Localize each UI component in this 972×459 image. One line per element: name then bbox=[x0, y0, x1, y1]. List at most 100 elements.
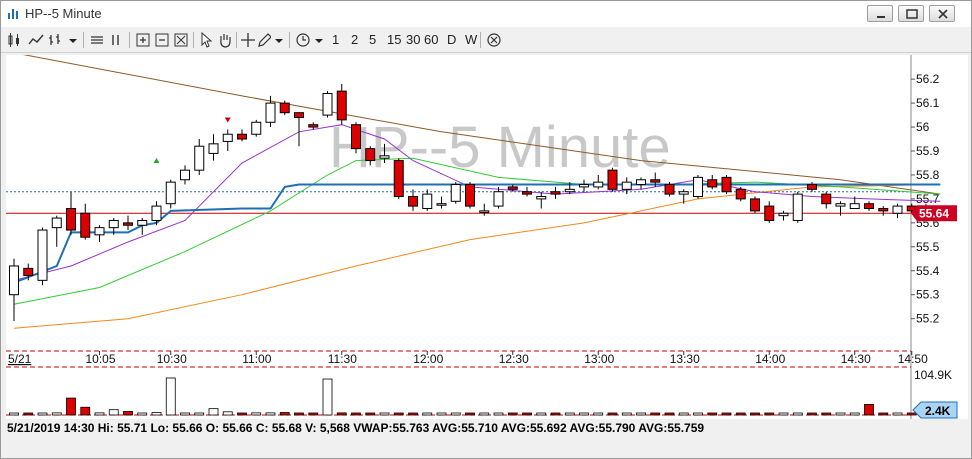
x-tick-label: 12:30 bbox=[499, 352, 529, 366]
volume-bar bbox=[108, 409, 119, 416]
volume-bar bbox=[23, 412, 34, 416]
candlestick-style-icon[interactable] bbox=[7, 31, 23, 49]
candle-body bbox=[536, 196, 547, 200]
list-icon[interactable] bbox=[89, 31, 105, 49]
candle-body bbox=[522, 191, 532, 195]
candle-body bbox=[436, 203, 447, 206]
candle-body bbox=[507, 186, 518, 190]
draw-dropdown-icon[interactable] bbox=[273, 31, 285, 49]
volume-bar bbox=[393, 412, 404, 416]
volume-bar bbox=[636, 412, 646, 416]
interval-60-button[interactable]: 60 bbox=[424, 31, 438, 49]
volume-bar bbox=[536, 412, 547, 416]
volume-bar bbox=[507, 412, 518, 416]
volume-bar bbox=[450, 412, 461, 416]
volume-bar bbox=[180, 412, 190, 416]
date-label: 5/21 bbox=[8, 352, 32, 366]
volume-bar bbox=[265, 412, 276, 416]
candle-body bbox=[678, 191, 689, 195]
status-line: 5/21/2019 14:30 Hi: 55.71 Lo: 55.66 O: 5… bbox=[7, 421, 705, 435]
candle-body bbox=[636, 179, 646, 186]
candle-body bbox=[764, 205, 775, 221]
maximize-button[interactable] bbox=[898, 5, 924, 22]
y-tick-label: 56 bbox=[916, 120, 930, 134]
interval-dropdown-icon[interactable] bbox=[313, 31, 325, 49]
price-chart[interactable]: HP--5 Minute56.256.15655.955.855.755.655… bbox=[6, 55, 968, 419]
style-dropdown-icon[interactable] bbox=[67, 31, 79, 49]
bar-style-icon[interactable] bbox=[48, 31, 64, 49]
cancel-icon[interactable] bbox=[486, 31, 502, 49]
volume-bar bbox=[650, 412, 661, 416]
clock-icon[interactable] bbox=[295, 31, 311, 49]
pointer-icon[interactable] bbox=[199, 31, 213, 49]
volume-bar bbox=[37, 412, 48, 416]
volume-bar bbox=[137, 412, 148, 416]
zoom-in-icon[interactable] bbox=[135, 31, 151, 49]
volume-axis-label: 104.9K bbox=[914, 368, 952, 382]
fit-icon[interactable] bbox=[173, 31, 189, 49]
interval-w-button[interactable]: W bbox=[465, 31, 477, 49]
volume-bar bbox=[564, 412, 575, 416]
x-tick-label: 13:30 bbox=[670, 352, 700, 366]
volume-bar bbox=[593, 412, 604, 416]
volume-bar bbox=[194, 412, 205, 416]
volume-bar bbox=[379, 412, 390, 416]
crosshair-icon[interactable] bbox=[241, 31, 255, 49]
candle-body bbox=[94, 227, 105, 236]
columns-icon[interactable] bbox=[109, 31, 123, 49]
volume-bar bbox=[51, 412, 62, 416]
y-tick-label: 55.3 bbox=[916, 288, 940, 302]
y-tick-label: 55.2 bbox=[916, 312, 940, 326]
volume-bar bbox=[764, 412, 775, 416]
interval-2-button[interactable]: 2 bbox=[351, 31, 358, 49]
candle-body bbox=[564, 188, 575, 193]
current-price-label: 55.64 bbox=[919, 206, 949, 220]
candle-body bbox=[237, 133, 247, 140]
candle-body bbox=[408, 196, 418, 207]
volume-bar bbox=[835, 412, 846, 416]
interval-d-button[interactable]: D bbox=[447, 31, 456, 49]
volume-bar bbox=[279, 412, 290, 416]
volume-bar bbox=[9, 412, 19, 416]
line-style-icon[interactable] bbox=[28, 31, 44, 49]
x-tick-label: 14:30 bbox=[841, 352, 871, 366]
interval-15-button[interactable]: 15 bbox=[387, 31, 401, 49]
interval-30-button[interactable]: 30 bbox=[406, 31, 420, 49]
y-tick-label: 55.5 bbox=[916, 240, 940, 254]
volume-bar bbox=[735, 412, 746, 416]
interval-5-button[interactable]: 5 bbox=[369, 31, 376, 49]
x-tick-label: 11:00 bbox=[242, 352, 271, 366]
volume-bar bbox=[522, 412, 532, 416]
candle-body bbox=[294, 112, 304, 118]
candle-body bbox=[322, 93, 333, 116]
candle-body bbox=[165, 181, 176, 205]
volume-bar bbox=[251, 412, 262, 416]
volume-bar bbox=[750, 412, 760, 416]
hand-icon[interactable] bbox=[217, 31, 233, 49]
volume-bar bbox=[707, 412, 718, 416]
candle-body bbox=[265, 102, 276, 123]
candle-body bbox=[66, 207, 76, 231]
close-button[interactable] bbox=[929, 5, 955, 22]
y-tick-label: 56.1 bbox=[916, 96, 940, 110]
pencil-icon[interactable] bbox=[257, 31, 271, 49]
zoom-out-icon[interactable] bbox=[154, 31, 170, 49]
volume-bar bbox=[821, 412, 832, 416]
candle-body bbox=[37, 229, 48, 281]
x-tick-label: 12:00 bbox=[413, 352, 443, 366]
candle-body bbox=[450, 184, 461, 202]
candle-body bbox=[807, 184, 817, 190]
interval-1-button[interactable]: 1 bbox=[332, 31, 339, 49]
volume-bar bbox=[408, 412, 418, 416]
volume-bar bbox=[294, 412, 304, 416]
candle-body bbox=[251, 121, 262, 135]
minimize-button[interactable] bbox=[867, 5, 893, 22]
candle-body bbox=[607, 169, 618, 190]
watermark-text: HP--5 Minute bbox=[329, 115, 671, 180]
y-tick-label: 55.4 bbox=[916, 264, 940, 278]
volume-bar bbox=[807, 412, 817, 416]
x-tick-label: 13:00 bbox=[584, 352, 614, 366]
candle-body bbox=[621, 181, 632, 190]
volume-bar bbox=[465, 412, 475, 416]
volume-bar bbox=[165, 377, 176, 416]
